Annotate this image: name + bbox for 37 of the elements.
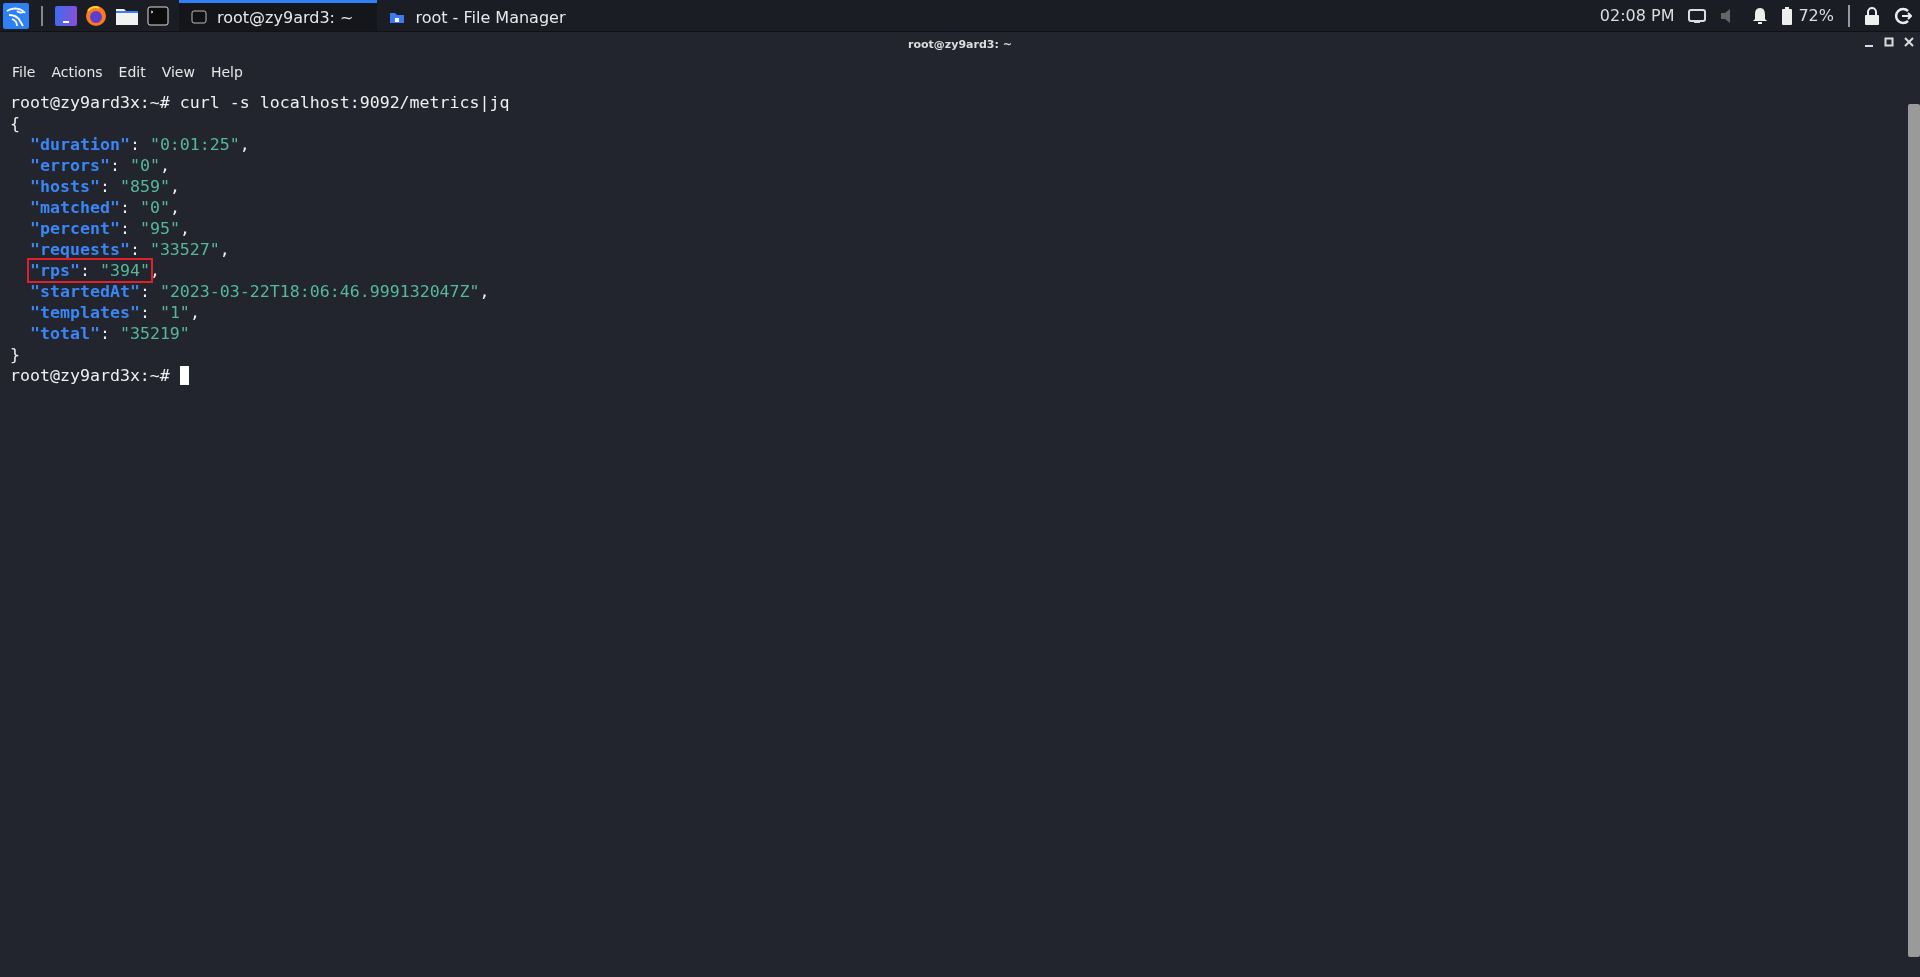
- terminal-line: }: [10, 344, 20, 365]
- scrollbar-thumb[interactable]: [1908, 104, 1920, 957]
- logout-icon[interactable]: [1894, 6, 1912, 25]
- terminal-line: root@zy9ard3x:~# curl -s localhost:9092/metrics|jq: [10, 92, 510, 113]
- window-title: root@zy9ard3: ~: [908, 37, 1012, 51]
- terminal-icon: [191, 10, 207, 24]
- menu-item[interactable]: Help: [202, 62, 251, 82]
- menu-item[interactable]: View: [153, 62, 203, 82]
- json-line: "total": "35219": [29, 323, 190, 344]
- menu-item[interactable]: Edit: [110, 62, 154, 82]
- json-line: "hosts": "859",: [29, 176, 180, 197]
- battery-icon[interactable]: [1782, 6, 1793, 25]
- json-line: "startedAt": "2023-03-22T18:06:46.999132047Z",: [29, 281, 490, 302]
- bell-icon[interactable]: [1752, 6, 1769, 25]
- json-line: "percent": "95",: [29, 218, 190, 239]
- close-icon[interactable]: [1904, 37, 1914, 47]
- json-line: "matched": "0",: [29, 197, 180, 218]
- json-line: "errors": "0",: [29, 155, 170, 176]
- lock-icon[interactable]: [1864, 6, 1880, 25]
- display-icon[interactable]: [1688, 7, 1707, 24]
- json-line: "rps": "394",: [10, 260, 160, 281]
- taskbar-task[interactable]: root - File Manager: [377, 0, 590, 31]
- terminal-line: {: [10, 113, 20, 134]
- json-line: "requests": "33527",: [29, 239, 230, 260]
- menu-item[interactable]: Actions: [43, 62, 111, 82]
- json-line: "templates": "1",: [29, 302, 200, 323]
- text-cursor: [179, 366, 189, 385]
- json-line: "duration": "0:01:25",: [29, 134, 250, 155]
- taskbar-task[interactable]: root@zy9ard3: ~: [179, 0, 378, 31]
- terminal-prompt: root@zy9ard3x:~#: [10, 365, 170, 386]
- menu-item[interactable]: File: [4, 62, 44, 82]
- battery-percent[interactable]: 72%: [1798, 6, 1834, 25]
- workspace-icon[interactable]: [55, 5, 77, 26]
- terminal-icon[interactable]: [147, 5, 169, 26]
- folder-icon: [389, 10, 406, 24]
- clock[interactable]: 02:08 PM: [1599, 6, 1675, 25]
- maximize-icon[interactable]: [1884, 37, 1894, 47]
